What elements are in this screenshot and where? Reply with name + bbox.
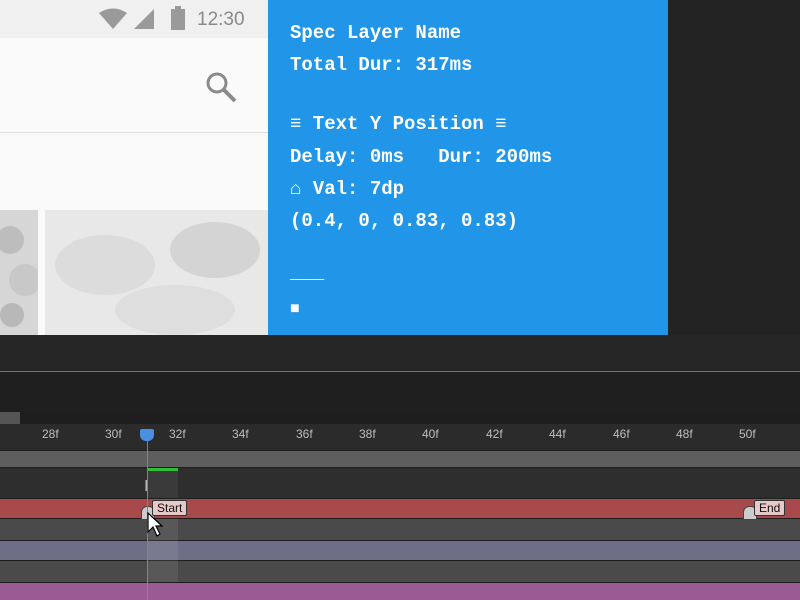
status-time: 12:30 xyxy=(197,9,245,30)
image-thumbnail[interactable] xyxy=(0,210,38,335)
tick-label: 40f xyxy=(422,427,439,441)
delay-duration: Delay: 0ms Dur: 200ms xyxy=(290,146,553,168)
work-area-shade xyxy=(148,471,178,498)
tick-label: 44f xyxy=(549,427,566,441)
total-duration: Total Dur: 317ms xyxy=(290,54,473,76)
wifi-icon xyxy=(99,8,127,29)
tick-label: 36f xyxy=(296,427,313,441)
panel-divider xyxy=(0,335,800,371)
spec-panel: Spec Layer Name Total Dur: 317ms ≡ Text … xyxy=(268,0,668,335)
mouse-pointer-icon xyxy=(147,512,164,537)
tick-label: 32f xyxy=(169,427,186,441)
time-ruler[interactable]: 28f 30f 32f 34f 36f 38f 40f 42f 44f 46f … xyxy=(0,424,800,450)
track-purple[interactable] xyxy=(0,583,800,600)
text-cursor: ■ xyxy=(290,300,300,318)
composition-background xyxy=(668,0,800,335)
phone-preview: 12:30 xyxy=(0,0,268,335)
battery-icon xyxy=(171,6,185,30)
spec-layer-name: Spec Layer Name xyxy=(290,22,462,44)
tick-label: 34f xyxy=(232,427,249,441)
tick-label: 28f xyxy=(42,427,59,441)
tick-label: 48f xyxy=(676,427,693,441)
playhead-handle[interactable] xyxy=(140,429,154,441)
track-gray[interactable] xyxy=(0,451,800,467)
tick-label: 38f xyxy=(359,427,376,441)
track-gray-2[interactable] xyxy=(0,519,800,540)
track-red-layer[interactable] xyxy=(0,499,800,518)
image-thumbnail[interactable] xyxy=(45,210,268,335)
tick-label: 30f xyxy=(105,427,122,441)
timeline-scrollbar[interactable] xyxy=(0,412,20,424)
value-line: ⌂ Val: 7dp xyxy=(290,178,405,200)
track-gray-3[interactable] xyxy=(0,561,800,582)
track-gray-blue[interactable] xyxy=(0,541,800,560)
track-dark[interactable] xyxy=(0,468,800,498)
section-header: ≡ Text Y Position ≡ xyxy=(290,113,507,135)
signal-icon xyxy=(134,9,154,29)
separator: ___ xyxy=(290,262,325,284)
tick-label: 46f xyxy=(613,427,630,441)
search-icon[interactable] xyxy=(204,70,238,104)
status-bar: 12:30 xyxy=(0,0,268,38)
tick-label: 42f xyxy=(486,427,503,441)
end-marker[interactable]: End xyxy=(754,500,786,516)
bezier-curve: (0.4, 0, 0.83, 0.83) xyxy=(290,210,519,232)
timeline-header xyxy=(0,372,800,412)
tick-label: 50f xyxy=(739,427,756,441)
